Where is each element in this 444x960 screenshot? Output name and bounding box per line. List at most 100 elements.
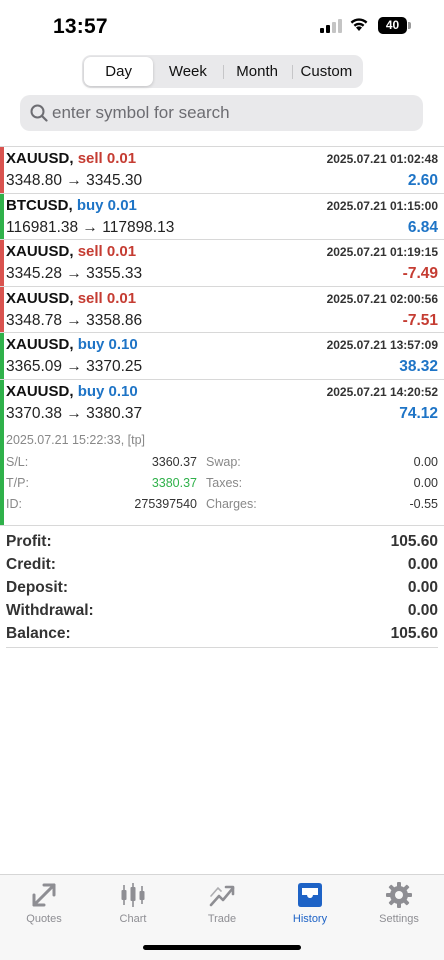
deal-row[interactable]: BTCUSD, buy 0.01 2025.07.21 01:15:00 116…	[0, 193, 444, 240]
tab-month[interactable]: Month	[222, 57, 292, 86]
deal-row[interactable]: XAUUSD, sell 0.01 2025.07.21 02:00:56 33…	[0, 286, 444, 333]
sell-indicator	[0, 240, 4, 286]
summary-label: Withdrawal:	[6, 602, 94, 619]
deal-prices: 3348.80 → 3345.30	[6, 172, 143, 189]
trade-icon	[209, 885, 235, 907]
account-summary: Profit: 105.60 Credit: 0.00 Deposit: 0.0…	[0, 531, 444, 646]
search-input[interactable]	[52, 95, 412, 131]
battery-level: 40	[378, 17, 407, 34]
deals-list: XAUUSD, sell 0.01 2025.07.21 01:02:48 33…	[0, 146, 444, 526]
deal-time: 2025.07.21 01:15:00	[326, 198, 438, 213]
taxes-value: 0.00	[413, 475, 438, 490]
swap-value: 0.00	[413, 454, 438, 469]
tab-settings[interactable]: Settings	[359, 881, 439, 925]
settings-icon	[386, 882, 412, 908]
deal-row[interactable]: XAUUSD, sell 0.01 2025.07.21 01:02:48 33…	[0, 147, 444, 194]
tab-history[interactable]: History	[270, 881, 350, 925]
deal-direction: buy 0.10	[77, 336, 138, 353]
sl-value: 3360.37	[151, 454, 197, 469]
deal-time: 2025.07.21 13:57:09	[326, 338, 438, 352]
deal-time: 2025.07.21 02:00:56	[326, 291, 438, 306]
wifi-icon	[350, 18, 368, 31]
deal-profit: 2.60	[407, 172, 438, 189]
buy-indicator	[0, 193, 4, 239]
cellular-signal-icon	[320, 19, 342, 33]
deal-profit: 74.12	[399, 404, 438, 422]
battery-icon: 40	[378, 17, 411, 34]
summary-label: Balance:	[6, 625, 71, 642]
search-bar	[20, 95, 423, 131]
deal-profit: 38.32	[399, 358, 438, 375]
sell-indicator	[0, 147, 4, 193]
summary-value: 105.60	[390, 533, 438, 550]
quotes-icon	[32, 883, 56, 907]
summary-row-withdrawal: Withdrawal: 0.00	[0, 600, 444, 623]
deal-prices: 116981.38 → 117898.13	[6, 218, 175, 236]
charges-value: -0.55	[409, 496, 439, 511]
tp-value: 3380.37	[151, 475, 197, 490]
summary-row-balance: Balance: 105.60	[0, 623, 444, 646]
home-indicator	[143, 945, 301, 950]
summary-value: 0.00	[407, 556, 438, 573]
deal-time: 2025.07.21 14:20:52	[326, 384, 438, 399]
deal-symbol: XAUUSD,	[6, 382, 74, 400]
deal-row[interactable]: XAUUSD, buy 0.10 2025.07.21 13:57:09 336…	[0, 333, 444, 380]
sl-label: S/L:	[6, 454, 29, 469]
deal-symbol: BTCUSD,	[6, 196, 73, 214]
deal-profit: 6.84	[407, 218, 438, 236]
deal-time: 2025.07.21 01:02:48	[326, 152, 438, 166]
summary-label: Profit:	[6, 533, 52, 550]
buy-indicator	[0, 379, 4, 525]
status-bar: 13:57 40	[0, 0, 444, 52]
deal-close-info: 2025.07.21 15:22:33, [tp]	[6, 432, 146, 447]
tab-trade[interactable]: Trade	[182, 881, 262, 925]
tab-label: Quotes	[26, 913, 62, 925]
deal-symbol: XAUUSD,	[6, 243, 74, 260]
tab-label: Settings	[379, 913, 419, 925]
swap-label: Swap:	[206, 454, 241, 469]
summary-label: Deposit:	[6, 579, 68, 596]
deal-direction: sell 0.01	[77, 289, 137, 307]
id-value: 275397540	[134, 496, 197, 511]
summary-value: 0.00	[407, 602, 438, 619]
status-time: 13:57	[53, 15, 108, 38]
search-icon	[30, 104, 48, 122]
taxes-label: Taxes:	[206, 475, 243, 490]
tab-label: Trade	[207, 913, 237, 925]
history-icon	[298, 883, 322, 907]
buy-indicator	[0, 333, 4, 379]
deal-symbol: XAUUSD,	[6, 289, 74, 307]
period-selector: Day Week Month Custom	[82, 55, 363, 88]
deal-row[interactable]: XAUUSD, sell 0.01 2025.07.21 01:19:15 33…	[0, 240, 444, 287]
deal-symbol: XAUUSD,	[6, 336, 74, 353]
deal-prices: 3345.28 → 3355.33	[6, 265, 143, 282]
tab-week[interactable]: Week	[153, 57, 222, 86]
summary-divider	[6, 647, 438, 648]
tab-label: Chart	[119, 913, 147, 925]
deal-time: 2025.07.21 01:19:15	[326, 245, 438, 259]
deal-row-expanded[interactable]: XAUUSD, buy 0.10 2025.07.21 14:20:52 337…	[0, 379, 444, 526]
deal-prices: 3370.38 → 3380.37	[6, 404, 143, 422]
deal-symbol: XAUUSD,	[6, 150, 74, 167]
sell-indicator	[0, 286, 4, 332]
charges-label: Charges:	[206, 496, 257, 511]
summary-row-credit: Credit: 0.00	[0, 554, 444, 577]
summary-label: Credit:	[6, 556, 56, 573]
tab-quotes[interactable]: Quotes	[4, 881, 84, 925]
deal-direction: buy 0.10	[77, 382, 138, 400]
deal-prices: 3348.78 → 3358.86	[6, 311, 143, 329]
deal-prices: 3365.09 → 3370.25	[6, 358, 143, 375]
tp-label: T/P:	[6, 475, 29, 490]
tab-label: History	[292, 913, 328, 925]
deal-profit: -7.49	[402, 265, 438, 282]
tab-custom[interactable]: Custom	[291, 57, 361, 86]
tab-chart[interactable]: Chart	[93, 881, 173, 925]
deal-direction: sell 0.01	[77, 150, 137, 167]
summary-value: 105.60	[390, 625, 438, 642]
tab-day[interactable]: Day	[84, 57, 154, 86]
deal-direction: sell 0.01	[77, 243, 137, 260]
deal-profit: -7.51	[402, 311, 438, 329]
deal-direction: buy 0.01	[76, 196, 137, 214]
summary-value: 0.00	[407, 579, 438, 596]
id-label: ID:	[6, 496, 22, 511]
